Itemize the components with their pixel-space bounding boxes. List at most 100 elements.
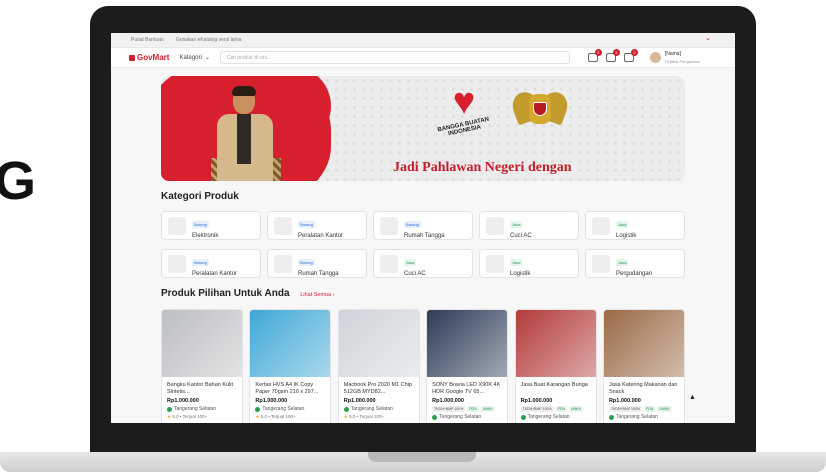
category-tag: Jasa xyxy=(510,258,523,266)
mail-icon[interactable]: 2 xyxy=(605,49,620,62)
location-text: Tangerang Selatan xyxy=(262,406,305,412)
category-tag: Barang xyxy=(192,220,209,228)
product-rating: ★ 5.0 • Terjual 100+ xyxy=(167,414,237,420)
category-icon xyxy=(274,254,292,273)
product-section-title: Produk Pilihan Untuk Anda Lihat Semua › xyxy=(161,288,335,299)
category-name: Rumah Tangga xyxy=(298,270,339,277)
product-rating: ★ 5.0 • Terjual 100+ xyxy=(344,414,414,420)
product-price: Rp1.000.000 xyxy=(432,398,464,404)
logo[interactable]: GovMart xyxy=(129,53,169,62)
mail-badge: 2 xyxy=(612,49,620,56)
category-icon xyxy=(592,254,610,273)
avatar xyxy=(649,52,661,63)
product-body: Macbook Pro 2020 M1 Chip 512GB MYD82... R… xyxy=(339,377,419,423)
product-card[interactable]: Bangku Kantor Bahan Kulit Sintetis... Rp1… xyxy=(161,309,243,423)
product-image xyxy=(603,310,684,377)
user-role: Pejabat Pengadaan xyxy=(664,58,700,64)
product-location: Tangerang Selatan xyxy=(255,406,325,412)
cart-badge: 2 xyxy=(630,49,638,56)
location-icon xyxy=(255,406,261,412)
product-section-label: Produk Pilihan Untuk Anda xyxy=(161,288,290,299)
product-chip: PDN xyxy=(643,406,656,412)
product-image xyxy=(250,310,331,377)
garuda-shield xyxy=(533,102,547,116)
product-image xyxy=(427,310,508,377)
product-rating: ★ 5.0 • Terjual 100+ xyxy=(255,414,325,420)
product-card[interactable]: Jasa Katering Makanan dan Snack Rp1.000.0… xyxy=(602,309,685,423)
product-chip: TKDN+BMP 100% xyxy=(520,406,554,412)
product-price: Rp1.000.000 xyxy=(167,398,199,404)
category-card[interactable]: Jasa Cuci AC xyxy=(373,249,473,278)
help-center-link[interactable]: Pusat Bantuan xyxy=(131,37,164,43)
category-card[interactable]: Jasa Pergudangan xyxy=(585,249,685,278)
product-price: Rp1.000.000 xyxy=(343,398,376,404)
garuda-emblem xyxy=(508,82,572,144)
category-card[interactable]: Barang Peralatan Kantor xyxy=(161,249,261,278)
product-body: SONY Bravia LED X90K 4K HDR Google TV 65… xyxy=(427,377,507,423)
star-icon: ★ xyxy=(343,414,348,419)
product-location: Tangerang Selatan xyxy=(432,414,502,420)
category-icon xyxy=(380,216,398,235)
category-card[interactable]: Jasa Logistik xyxy=(479,249,579,278)
product-card[interactable]: Kertas HVS A4 IK Copy Paper 70gsm 210 x … xyxy=(249,309,332,423)
star-icon: ★ xyxy=(255,414,260,419)
old-version-link[interactable]: Gunakan eKatalog versi lama xyxy=(176,37,242,43)
category-text: Barang Elektronik xyxy=(192,213,218,239)
category-text: Jasa Pergudangan xyxy=(616,251,652,277)
see-all-link[interactable]: Lihat Semua › xyxy=(300,292,334,298)
category-icon xyxy=(380,254,398,273)
location-text: Tangerang Selatan xyxy=(615,414,658,420)
banner-person xyxy=(211,86,281,181)
product-card[interactable]: SONY Bravia LED X90K 4K HDR Google TV 65… xyxy=(426,309,509,423)
category-name: Logistik xyxy=(616,232,637,239)
category-text: Barang Rumah Tangga xyxy=(404,213,445,239)
cart-icon[interactable]: 2 xyxy=(623,49,638,62)
see-all-label: Lihat Semua xyxy=(300,292,332,298)
search-input[interactable]: Cari produk di sini... xyxy=(219,51,570,64)
product-chip: UMKK xyxy=(568,406,584,412)
product-chip: PDN xyxy=(467,406,479,412)
product-chip: UMKK xyxy=(480,406,495,412)
navbar: GovMart Kategori ⌄ Cari produk di sini..… xyxy=(111,48,735,68)
product-chip: UMKK xyxy=(657,406,672,412)
user-menu[interactable]: [Nama] Pejabat Pengadaan xyxy=(649,51,700,65)
location-icon xyxy=(167,406,172,412)
category-tag: Barang xyxy=(298,220,315,228)
product-name: Bangku Kantor Bahan Kulit Sintetis... xyxy=(167,382,234,395)
bangga-logo: ♥ BANGGA BUATAN INDONESIA xyxy=(429,83,499,137)
product-location: Tangerang Selatan xyxy=(343,406,414,412)
banner-tagline: Jadi Pahlawan Negeri dengan xyxy=(393,160,572,175)
hero-banner[interactable]: ♥ BANGGA BUATAN INDONESIA Jadi Pahlawan … xyxy=(161,76,685,181)
category-name: Cuci AC xyxy=(510,232,532,239)
side-letter: G xyxy=(0,151,36,211)
location-icon xyxy=(343,406,349,412)
product-location: Tangerang Selatan xyxy=(608,414,679,420)
product-location: Tangerang Selatan xyxy=(167,406,237,412)
laptop-notch xyxy=(368,452,476,462)
category-tag: Jasa xyxy=(616,220,629,228)
person-shirt xyxy=(237,114,251,164)
category-card[interactable]: Jasa Logistik xyxy=(585,211,685,240)
category-tag: Barang xyxy=(404,220,421,228)
logo-text: GovMart xyxy=(137,53,170,62)
product-card[interactable]: Macbook Pro 2020 M1 Chip 512GB MYD82... R… xyxy=(337,309,420,423)
product-chip: PDN xyxy=(555,406,567,412)
nav-icons: 2 2 2 xyxy=(587,49,638,62)
category-text: Barang Rumah Tangga xyxy=(298,251,339,277)
bell-icon[interactable]: 2 xyxy=(587,49,602,62)
app-screen: Pusat Bantuan Gunakan eKatalog versi lam… xyxy=(111,33,735,423)
top-strip: Pusat Bantuan Gunakan eKatalog versi lam… xyxy=(111,33,735,48)
category-icon xyxy=(592,216,610,235)
product-card[interactable]: Jasa Buat Karangan Bunga Rp1.000.000 TKDN+… xyxy=(514,309,597,423)
location-icon xyxy=(520,414,526,420)
category-tag: Jasa xyxy=(510,220,523,228)
category-card[interactable]: Jasa Cuci AC xyxy=(479,211,579,240)
category-card[interactable]: Barang Rumah Tangga xyxy=(267,249,367,278)
category-card[interactable]: Barang Elektronik xyxy=(161,211,261,240)
product-image xyxy=(162,310,242,377)
category-text: Barang Peralatan Kantor xyxy=(298,213,343,239)
category-card[interactable]: Barang Rumah Tangga xyxy=(373,211,473,240)
category-name: Peralatan Kantor xyxy=(298,232,344,239)
category-card[interactable]: Barang Peralatan Kantor xyxy=(267,211,367,240)
kategori-dropdown[interactable]: Kategori ⌄ xyxy=(179,54,209,62)
